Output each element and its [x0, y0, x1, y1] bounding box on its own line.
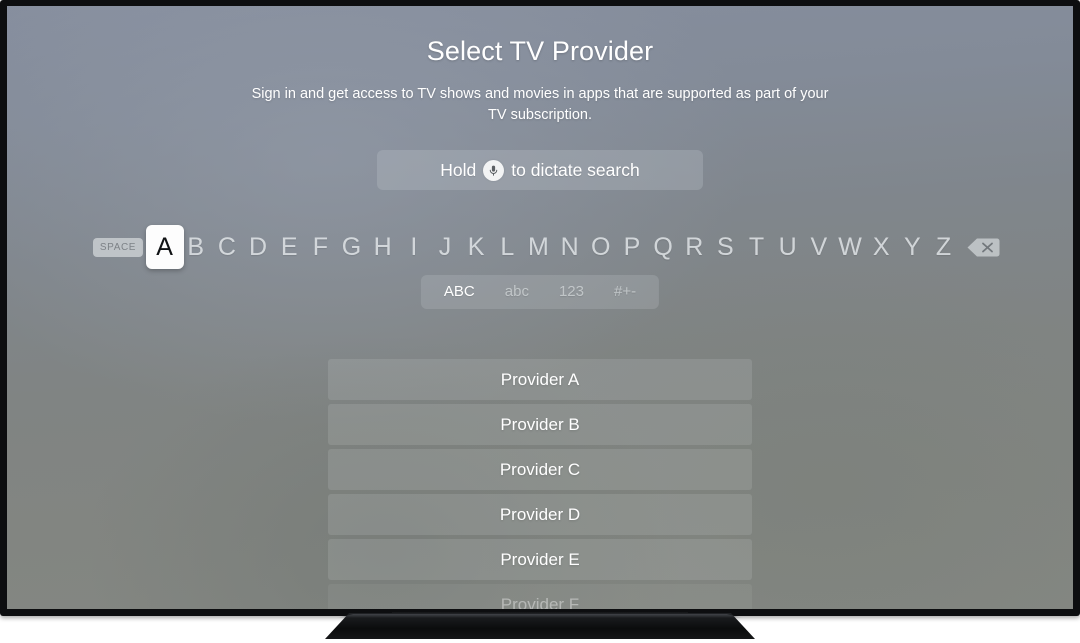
key-q[interactable]: Q — [648, 223, 679, 271]
dictate-label-after: to dictate search — [511, 159, 640, 180]
key-g[interactable]: G — [336, 223, 367, 271]
keyboard-mode-1[interactable]: ABC — [429, 275, 490, 309]
provider-row[interactable]: Provider B — [328, 404, 752, 445]
tv-frame: Select TV Provider Sign in and get acces… — [0, 0, 1080, 616]
provider-list[interactable]: Provider A Provider B Provider C Provider D… — [328, 359, 752, 609]
key-h[interactable]: H — [367, 223, 398, 271]
key-c[interactable]: C — [211, 223, 242, 271]
provider-row[interactable]: Provider E — [328, 539, 752, 580]
key-k[interactable]: K — [461, 223, 492, 271]
key-y[interactable]: Y — [897, 223, 928, 271]
alphabet-keyboard[interactable]: SPACE ABCDEFGHIJKLMNOPQRSTUVWXYZ — [93, 223, 1001, 271]
key-z[interactable]: Z — [928, 223, 959, 271]
key-e[interactable]: E — [274, 223, 305, 271]
keyboard-letters: ABCDEFGHIJKLMNOPQRSTUVWXYZ — [149, 223, 959, 271]
microphone-icon — [483, 159, 505, 181]
page-title: Select TV Provider — [426, 36, 654, 66]
key-r[interactable]: R — [679, 223, 710, 271]
key-v[interactable]: V — [803, 223, 834, 271]
key-n[interactable]: N — [554, 223, 585, 271]
keyboard-mode-selector[interactable]: ABC abc 123 #+- — [420, 275, 660, 309]
dictate-label-before: Hold — [440, 159, 477, 180]
key-i[interactable]: I — [398, 223, 429, 271]
provider-row[interactable]: Provider C — [328, 449, 752, 490]
key-d[interactable]: D — [242, 223, 273, 271]
key-j[interactable]: J — [429, 223, 460, 271]
key-o[interactable]: O — [585, 223, 616, 271]
key-t[interactable]: T — [741, 223, 772, 271]
dictate-search-bar[interactable]: Hold to dictate search — [377, 150, 703, 190]
key-space[interactable]: SPACE — [93, 237, 143, 257]
delete-backspace-icon[interactable] — [965, 236, 1001, 258]
key-u[interactable]: U — [772, 223, 803, 271]
key-s[interactable]: S — [710, 223, 741, 271]
key-b[interactable]: B — [180, 223, 211, 271]
key-x[interactable]: X — [866, 223, 897, 271]
key-m[interactable]: M — [523, 223, 554, 271]
tv-screen: Select TV Provider Sign in and get acces… — [7, 6, 1073, 609]
keyboard-mode-2[interactable]: abc — [490, 275, 544, 309]
tv-stand — [0, 612, 1080, 643]
key-a[interactable]: A — [149, 223, 180, 271]
provider-row[interactable]: Provider F — [328, 584, 752, 609]
key-p[interactable]: P — [616, 223, 647, 271]
keyboard-mode-4[interactable]: #+- — [599, 275, 651, 309]
provider-row[interactable]: Provider D — [328, 494, 752, 535]
keyboard-mode-3[interactable]: 123 — [544, 275, 599, 309]
key-f[interactable]: F — [305, 223, 336, 271]
key-w[interactable]: W — [834, 223, 865, 271]
page-subtitle: Sign in and get access to TV shows and m… — [251, 86, 829, 123]
provider-row[interactable]: Provider A — [328, 359, 752, 400]
tv-stand-highlight — [337, 614, 743, 618]
key-l[interactable]: L — [492, 223, 523, 271]
